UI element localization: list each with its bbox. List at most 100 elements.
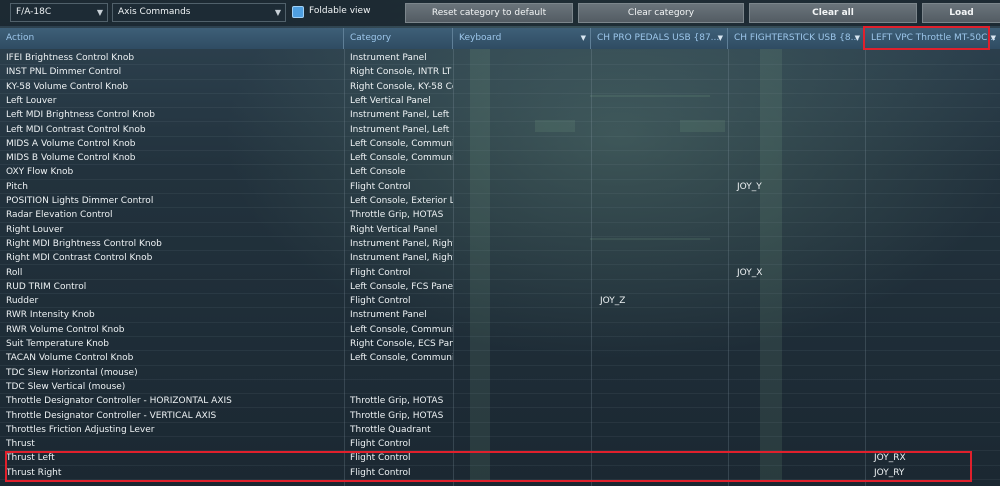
- table-row[interactable]: TACAN Volume Control Knob Left Console, C…: [0, 351, 1000, 366]
- table-row[interactable]: INST PNL Dimmer Control Right Console, IN…: [0, 65, 1000, 80]
- table-row[interactable]: MIDS A Volume Control Knob Left Console, …: [0, 137, 1000, 152]
- keyboard-cell[interactable]: [453, 294, 591, 308]
- pedals-binding-cell[interactable]: [591, 409, 728, 423]
- pedals-binding-cell[interactable]: [591, 194, 728, 208]
- keyboard-cell[interactable]: [453, 65, 591, 79]
- stick-binding-cell[interactable]: [728, 280, 865, 294]
- chevron-down-icon[interactable]: ▼: [855, 28, 860, 49]
- pedals-binding-cell[interactable]: [591, 323, 728, 337]
- stick-binding-cell[interactable]: [728, 94, 865, 108]
- foldable-view-checkbox[interactable]: [292, 6, 304, 18]
- keyboard-cell[interactable]: [453, 423, 591, 437]
- pedals-binding-cell[interactable]: [591, 223, 728, 237]
- stick-binding-cell[interactable]: [728, 409, 865, 423]
- keyboard-cell[interactable]: [453, 94, 591, 108]
- pedals-binding-cell[interactable]: [591, 165, 728, 179]
- column-header-keyboard[interactable]: Keyboard ▼: [453, 28, 591, 49]
- throttle-binding-cell[interactable]: [865, 223, 1000, 237]
- throttle-binding-cell[interactable]: [865, 51, 1000, 65]
- pedals-binding-cell[interactable]: [591, 394, 728, 408]
- table-row[interactable]: RWR Intensity Knob Instrument Panel: [0, 308, 1000, 323]
- throttle-binding-cell[interactable]: [865, 366, 1000, 380]
- table-row[interactable]: KY-58 Volume Control Knob Right Console, …: [0, 80, 1000, 94]
- keyboard-cell[interactable]: [453, 308, 591, 322]
- table-row[interactable]: MIDS B Volume Control Knob Left Console, …: [0, 151, 1000, 166]
- throttle-binding-cell[interactable]: [865, 94, 1000, 108]
- table-row[interactable]: Rudder Flight Control JOY_Z: [0, 294, 1000, 309]
- table-row[interactable]: Left MDI Contrast Control Knob Instrument…: [0, 123, 1000, 137]
- table-row[interactable]: Roll Flight Control JOY_X: [0, 266, 1000, 280]
- throttle-binding-cell[interactable]: [865, 380, 1000, 394]
- pedals-binding-cell[interactable]: [591, 208, 728, 222]
- clear-category-button[interactable]: Clear category: [578, 3, 744, 23]
- stick-binding-cell[interactable]: JOY_X: [728, 266, 865, 280]
- throttle-binding-cell[interactable]: [865, 65, 1000, 79]
- pedals-binding-cell[interactable]: [591, 108, 728, 122]
- throttle-binding-cell[interactable]: [865, 409, 1000, 423]
- table-row[interactable]: OXY Flow Knob Left Console: [0, 165, 1000, 180]
- keyboard-cell[interactable]: [453, 251, 591, 265]
- reset-category-button[interactable]: Reset category to default: [405, 3, 573, 23]
- keyboard-cell[interactable]: [453, 108, 591, 122]
- column-header-category[interactable]: Category: [344, 28, 453, 49]
- keyboard-cell[interactable]: [453, 394, 591, 408]
- pedals-binding-cell[interactable]: [591, 65, 728, 79]
- stick-binding-cell[interactable]: [728, 51, 865, 65]
- stick-binding-cell[interactable]: [728, 223, 865, 237]
- stick-binding-cell[interactable]: [728, 351, 865, 365]
- table-row[interactable]: Throttle Designator Controller - HORIZON…: [0, 394, 1000, 409]
- table-row[interactable]: Throttle Designator Controller - VERTICA…: [0, 409, 1000, 423]
- pedals-binding-cell[interactable]: [591, 380, 728, 394]
- table-row[interactable]: TDC Slew Vertical (mouse): [0, 380, 1000, 395]
- stick-binding-cell[interactable]: [728, 394, 865, 408]
- throttle-binding-cell[interactable]: [865, 137, 1000, 151]
- throttle-binding-cell[interactable]: [865, 151, 1000, 165]
- pedals-binding-cell[interactable]: [591, 180, 728, 194]
- stick-binding-cell[interactable]: [728, 308, 865, 322]
- pedals-binding-cell[interactable]: [591, 266, 728, 280]
- stick-binding-cell[interactable]: [728, 208, 865, 222]
- stick-binding-cell[interactable]: [728, 366, 865, 380]
- table-row[interactable]: Pitch Flight Control JOY_Y: [0, 180, 1000, 194]
- pedals-binding-cell[interactable]: [591, 251, 728, 265]
- keyboard-cell[interactable]: [453, 165, 591, 179]
- table-row[interactable]: TDC Slew Horizontal (mouse): [0, 366, 1000, 380]
- throttle-binding-cell[interactable]: [865, 266, 1000, 280]
- throttle-binding-cell[interactable]: [865, 337, 1000, 351]
- keyboard-cell[interactable]: [453, 237, 591, 251]
- throttle-binding-cell[interactable]: [865, 80, 1000, 94]
- stick-binding-cell[interactable]: [728, 294, 865, 308]
- keyboard-cell[interactable]: [453, 223, 591, 237]
- throttle-binding-cell[interactable]: [865, 180, 1000, 194]
- stick-binding-cell[interactable]: [728, 80, 865, 94]
- table-row[interactable]: Thrust Flight Control: [0, 437, 1000, 452]
- table-row[interactable]: RUD TRIM Control Left Console, FCS Panel: [0, 280, 1000, 295]
- keyboard-cell[interactable]: [453, 380, 591, 394]
- keyboard-cell[interactable]: [453, 337, 591, 351]
- table-row[interactable]: IFEI Brightness Control Knob Instrument P…: [0, 51, 1000, 66]
- pedals-binding-cell[interactable]: [591, 151, 728, 165]
- aircraft-dropdown[interactable]: F/A-18C ▼: [10, 3, 108, 22]
- throttle-binding-cell[interactable]: [865, 437, 1000, 451]
- pedals-binding-cell[interactable]: [591, 123, 728, 137]
- keyboard-cell[interactable]: [453, 51, 591, 65]
- stick-binding-cell[interactable]: [728, 437, 865, 451]
- chevron-down-icon[interactable]: ▼: [581, 28, 586, 49]
- table-row[interactable]: Left MDI Brightness Control Knob Instrume…: [0, 108, 1000, 123]
- keyboard-cell[interactable]: [453, 194, 591, 208]
- throttle-binding-cell[interactable]: [865, 423, 1000, 437]
- keyboard-cell[interactable]: [453, 151, 591, 165]
- throttle-binding-cell[interactable]: [865, 308, 1000, 322]
- table-row[interactable]: POSITION Lights Dimmer Control Left Conso…: [0, 194, 1000, 209]
- throttle-binding-cell[interactable]: [865, 123, 1000, 137]
- stick-binding-cell[interactable]: [728, 323, 865, 337]
- keyboard-cell[interactable]: [453, 323, 591, 337]
- load-button[interactable]: Load: [922, 3, 1000, 23]
- table-row[interactable]: Right Louver Right Vertical Panel: [0, 223, 1000, 237]
- table-row[interactable]: RWR Volume Control Knob Left Console, Com…: [0, 323, 1000, 337]
- category-dropdown[interactable]: Axis Commands ▼: [112, 3, 286, 22]
- throttle-binding-cell[interactable]: [865, 323, 1000, 337]
- stick-binding-cell[interactable]: [728, 337, 865, 351]
- chevron-down-icon[interactable]: ▼: [718, 28, 723, 49]
- pedals-binding-cell[interactable]: [591, 308, 728, 322]
